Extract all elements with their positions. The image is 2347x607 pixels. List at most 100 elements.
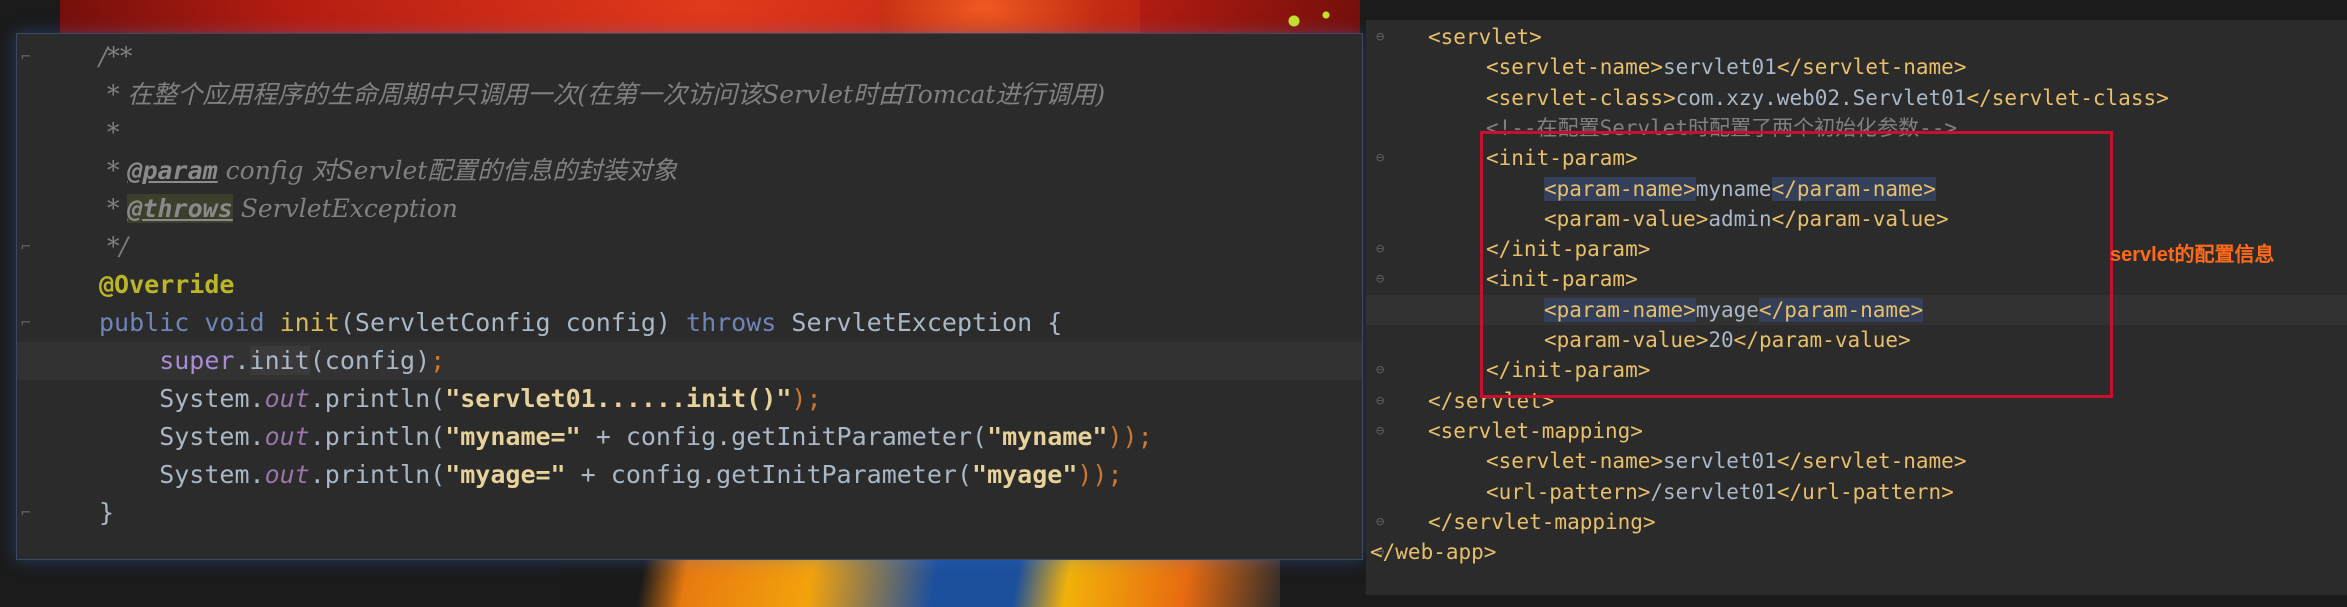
xml-line[interactable]: ⊖ <servlet-mapping> [1366, 416, 2347, 446]
code-token: ; [430, 346, 446, 375]
code-line[interactable]: * @param config 对Servlet配置的信息的封装对象 [17, 152, 1362, 190]
code-text: * @throws ServletException [99, 190, 458, 228]
xml-token: servlet01 [1663, 449, 1777, 474]
code-line[interactable]: ⌐ /** [17, 38, 1362, 76]
code-token: @throws [127, 194, 233, 223]
code-token: throws [686, 308, 777, 337]
code-line[interactable]: System.out.println("myname=" + config.ge… [17, 418, 1362, 456]
xml-text: <url-pattern>/servlet01</url-pattern> [1486, 477, 1954, 507]
code-token: + config.getInitParameter( [565, 460, 973, 489]
code-token: */ [99, 232, 128, 261]
xml-token: </servlet-class> [1966, 85, 2169, 110]
code-token: ); [791, 384, 822, 413]
code-token: "servlet01......init()" [445, 384, 792, 413]
code-text: super.init(config); [99, 342, 445, 380]
code-text: * [99, 114, 120, 152]
code-text: public void init(ServletConfig config) t… [99, 304, 1062, 342]
code-text: */ [99, 228, 128, 266]
xml-token: </servlet-name> [1776, 55, 1967, 80]
xml-line[interactable]: <url-pattern>/servlet01</url-pattern> [1366, 477, 2347, 507]
code-token: * 在整个应用程序的生命周期中只调用一次(在第一次访问该Servlet时由Tom… [99, 80, 1106, 109]
xml-line[interactable]: <servlet-name>servlet01</servlet-name> [1366, 52, 2347, 82]
java-code-editor[interactable]: ⌐ /** * 在整个应用程序的生命周期中只调用一次(在第一次访问该Servlet… [16, 33, 1363, 560]
code-token: (config) [309, 346, 431, 375]
xml-token: <url-pattern> [1486, 479, 1651, 504]
code-token: @Override [99, 270, 235, 299]
fold-marker-icon[interactable]: ⊖ [1376, 416, 1390, 446]
xml-line[interactable]: ⊖ <servlet> [1366, 22, 2347, 52]
code-token: )); [1077, 460, 1123, 489]
code-line[interactable]: ⌐} [17, 494, 1362, 532]
xml-text: <servlet> [1428, 22, 1542, 52]
code-token: out [264, 384, 310, 413]
xml-line[interactable]: ⊖ </servlet-mapping> [1366, 507, 2347, 537]
code-token: out [264, 460, 310, 489]
code-token: * [99, 118, 120, 147]
xml-token: com.xzy.web02.Servlet01 [1675, 85, 1967, 110]
code-line[interactable]: @Override [17, 266, 1362, 304]
code-token: config [217, 156, 304, 185]
xml-text: <servlet-name>servlet01</servlet-name> [1486, 446, 1966, 476]
xml-line[interactable]: <servlet-class>com.xzy.web02.Servlet01</… [1366, 83, 2347, 113]
code-line[interactable]: * @throws ServletException [17, 190, 1362, 228]
code-text: System.out.println("servlet01......init(… [99, 380, 822, 418]
code-token: @param [127, 156, 218, 185]
code-token: "myname=" [445, 422, 581, 451]
code-line[interactable]: System.out.println("servlet01......init(… [17, 380, 1362, 418]
highlight-box-init-params [1480, 131, 2113, 398]
code-token: * [99, 156, 128, 185]
fold-marker-icon[interactable]: ⊖ [1376, 386, 1390, 416]
code-line[interactable]: * [17, 114, 1362, 152]
code-token: out [264, 422, 310, 451]
fold-marker-icon[interactable]: ⌐ [21, 228, 33, 266]
wallpaper-splash-dots [1270, 6, 1350, 36]
code-token: .println( [309, 460, 446, 489]
code-text: System.out.println("myage=" + config.get… [99, 456, 1123, 494]
code-text: * 在整个应用程序的生命周期中只调用一次(在第一次访问该Servlet时由Tom… [99, 76, 1105, 114]
xml-token: <servlet-name> [1486, 449, 1664, 474]
code-token: System. [99, 422, 265, 451]
code-token: 对Servlet配置的信息的封装对象 [303, 156, 678, 185]
xml-text: <servlet-mapping> [1428, 416, 1643, 446]
code-token: ServletException [232, 194, 458, 223]
xml-text: </servlet-mapping> [1428, 507, 1656, 537]
xml-text: <servlet-name>servlet01</servlet-name> [1486, 52, 1966, 82]
xml-token: </web-app> [1370, 540, 1497, 565]
xml-token: /servlet01 [1650, 479, 1777, 504]
annotation-label: servlet的配置信息 [2110, 244, 2275, 266]
code-text: System.out.println("myname=" + config.ge… [99, 418, 1153, 456]
code-token: )); [1107, 422, 1153, 451]
code-token: .println( [309, 422, 446, 451]
code-token: /** [99, 42, 133, 71]
xml-token: <servlet-mapping> [1428, 418, 1643, 443]
xml-token: </servlet-name> [1776, 449, 1967, 474]
fold-marker-icon[interactable]: ⌐ [21, 494, 33, 532]
code-token: super [99, 346, 235, 375]
code-text: } [99, 494, 114, 532]
code-text: @Override [99, 266, 234, 304]
fold-marker-icon[interactable]: ⊖ [1376, 507, 1390, 537]
code-line[interactable]: super.init(config); [17, 342, 1362, 380]
code-token: System. [99, 384, 265, 413]
code-token: "myage" [972, 460, 1078, 489]
fold-marker-icon[interactable]: ⊖ [1376, 234, 1390, 264]
fold-marker-icon[interactable]: ⊖ [1376, 143, 1390, 173]
xml-line[interactable]: <servlet-name>servlet01</servlet-name> [1366, 446, 2347, 476]
xml-line[interactable]: ⊖ </web-app> [1366, 537, 2347, 567]
code-token: * [99, 194, 128, 223]
fold-marker-icon[interactable]: ⌐ [21, 38, 33, 76]
fold-marker-icon[interactable]: ⊖ [1376, 264, 1390, 294]
code-line[interactable]: * 在整个应用程序的生命周期中只调用一次(在第一次访问该Servlet时由Tom… [17, 76, 1362, 114]
code-text: /** [99, 38, 132, 76]
code-token: } [99, 498, 115, 527]
code-token: .println( [309, 384, 446, 413]
code-line[interactable]: ⌐ public void init(ServletConfig config) … [17, 304, 1362, 342]
xml-token: </url-pattern> [1776, 479, 1954, 504]
fold-marker-icon[interactable]: ⊖ [1376, 355, 1390, 385]
code-line[interactable]: ⌐ */ [17, 228, 1362, 266]
code-token: . [234, 346, 250, 375]
fold-marker-icon[interactable]: ⊖ [1376, 22, 1390, 52]
code-line[interactable]: System.out.println("myage=" + config.get… [17, 456, 1362, 494]
fold-marker-icon[interactable]: ⌐ [21, 304, 33, 342]
code-token: public void [99, 308, 280, 337]
